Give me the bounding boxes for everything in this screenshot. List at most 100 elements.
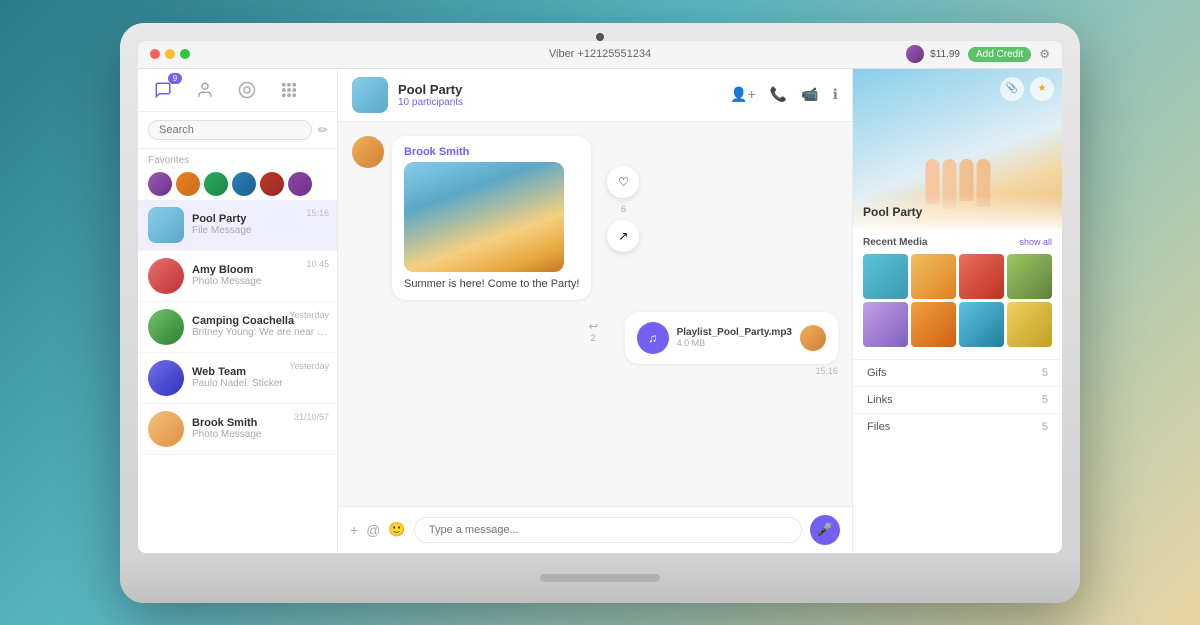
file-sender-avatar (800, 325, 826, 351)
chat-preview: File Message (192, 225, 327, 236)
panel-hero-overlay: Pool Party (853, 195, 1062, 229)
file-info: Playlist_Pool_Party.mp3 4.0 MB (677, 327, 792, 348)
attach-icon[interactable]: + (350, 522, 358, 538)
chat-time: Yesterday (289, 361, 329, 371)
titlebar: Viber +12125551234 $11.99 Add Credit ⚙ (138, 41, 1062, 69)
panel-stats: Gifs 5 Links 5 Files 5 (853, 355, 1062, 444)
show-all-button[interactable]: show all (1019, 237, 1052, 247)
favorite-avatar[interactable] (176, 172, 200, 196)
info-icon[interactable]: ℹ (833, 86, 838, 103)
right-panel: Pool Party 📎 ★ Recent Media show all (852, 69, 1062, 553)
chat-item-amy-bloom[interactable]: Amy Bloom Photo Message 10:45 (138, 251, 337, 302)
pin-icon[interactable]: 📎 (1000, 77, 1024, 101)
chat-header-info: Pool Party 10 participants (398, 82, 720, 108)
favorite-avatar[interactable] (260, 172, 284, 196)
chat-item-camping[interactable]: Camping Coachella Britney Young: We are … (138, 302, 337, 353)
app-body: 9 (138, 69, 1062, 553)
gifs-label: Gifs (867, 367, 887, 379)
favorites-row (148, 172, 327, 196)
chat-header-actions: 👤+ 📞 📹 ℹ (730, 86, 838, 103)
chat-item-brook-smith[interactable]: Brook Smith Photo Message 31/10/57 (138, 404, 337, 455)
search-input[interactable] (148, 120, 312, 140)
search-bar: ✏ (138, 112, 337, 149)
files-stat-row[interactable]: Files 5 (853, 413, 1062, 440)
compose-icon[interactable]: ✏ (318, 123, 328, 137)
favorite-avatar[interactable] (148, 172, 172, 196)
share-button[interactable]: ↗ (607, 220, 639, 252)
media-grid (863, 254, 1052, 347)
chats-nav-button[interactable]: 9 (150, 77, 176, 103)
video-call-icon[interactable]: 📹 (801, 86, 818, 103)
favorites-label: Favorites (148, 155, 327, 166)
chat-preview: Britney Young: We are near the entrance!… (192, 327, 327, 338)
media-thumb[interactable] (959, 254, 1004, 299)
message-text: Summer is here! Come to the Party! (404, 278, 579, 290)
chat-time: 31/10/57 (294, 412, 329, 422)
media-thumb[interactable] (863, 254, 908, 299)
reply-count: 2 (591, 333, 596, 343)
user-avatar (906, 45, 924, 63)
files-value: 5 (1042, 421, 1048, 433)
add-member-icon[interactable]: 👤+ (730, 86, 756, 103)
maximize-button[interactable] (180, 49, 190, 59)
laptop-notch (540, 574, 660, 582)
chat-header: Pool Party 10 participants 👤+ 📞 📹 ℹ (338, 69, 852, 122)
star-icon[interactable]: ★ (1030, 77, 1054, 101)
chat-preview: Paulo Nadel: Sticker (192, 378, 327, 389)
media-thumb[interactable] (959, 302, 1004, 347)
call-icon[interactable]: 📞 (770, 86, 787, 103)
files-label: Files (867, 421, 890, 433)
sender-avatar (352, 136, 384, 168)
contacts-nav-button[interactable] (192, 77, 218, 103)
favorite-avatar[interactable] (204, 172, 228, 196)
recent-media-label: Recent Media (863, 237, 927, 248)
emoji-icon[interactable]: @ (366, 522, 380, 538)
minimize-button[interactable] (165, 49, 175, 59)
media-thumb[interactable] (863, 302, 908, 347)
traffic-lights (150, 49, 190, 59)
gifs-value: 5 (1042, 367, 1048, 379)
media-thumb[interactable] (911, 254, 956, 299)
file-type-icon: ♫ (637, 322, 669, 354)
links-value: 5 (1042, 394, 1048, 406)
favorites-section: Favorites (138, 149, 337, 200)
message-input[interactable] (414, 517, 802, 543)
like-button[interactable]: ♡ (607, 166, 639, 198)
message-actions: ♡ 6 ↗ (607, 166, 639, 252)
media-thumb[interactable] (1007, 254, 1052, 299)
mic-button[interactable]: 🎤 (810, 515, 840, 545)
gifs-stat-row[interactable]: Gifs 5 (853, 359, 1062, 386)
favorite-avatar[interactable] (232, 172, 256, 196)
file-size: 4.0 MB (677, 338, 792, 348)
recent-media-section: Recent Media show all (853, 229, 1062, 355)
chat-preview: Photo Message (192, 429, 327, 440)
panel-hero: Pool Party 📎 ★ (853, 69, 1062, 229)
add-credit-button[interactable]: Add Credit (968, 47, 1031, 62)
message-time: 15:16 (625, 366, 838, 376)
sidebar: 9 (138, 69, 338, 553)
media-thumb[interactable] (1007, 302, 1052, 347)
chat-preview: Photo Message (192, 276, 327, 287)
reply-icon[interactable]: ↩ (589, 320, 598, 333)
chat-header-name: Pool Party (398, 82, 720, 97)
settings-icon[interactable]: ⚙ (1039, 47, 1050, 61)
close-button[interactable] (150, 49, 160, 59)
chat-item-web-team[interactable]: Web Team Paulo Nadel: Sticker Yesterday (138, 353, 337, 404)
panel-hero-actions: 📎 ★ (1000, 77, 1054, 101)
chat-main: Pool Party 10 participants 👤+ 📞 📹 ℹ (338, 69, 852, 553)
credit-amount: $11.99 (930, 49, 960, 60)
sidebar-nav: 9 (138, 69, 337, 112)
chat-item-pool-party[interactable]: Pool Party File Message 15:16 (138, 200, 337, 251)
file-name: Playlist_Pool_Party.mp3 (677, 327, 792, 338)
chat-input-bar: + @ 🙂 🎤 (338, 506, 852, 553)
media-thumb[interactable] (911, 302, 956, 347)
explore-nav-button[interactable] (234, 77, 260, 103)
favorite-avatar[interactable] (288, 172, 312, 196)
chat-time: Yesterday (289, 310, 329, 320)
more-nav-button[interactable] (276, 77, 302, 103)
links-stat-row[interactable]: Links 5 (853, 386, 1062, 413)
sticker-icon[interactable]: 🙂 (388, 521, 405, 538)
credit-info: $11.99 (906, 45, 960, 63)
messages-area: Brook Smith Summer is here! Come to the … (338, 122, 852, 506)
chat-time: 10:45 (306, 259, 329, 269)
